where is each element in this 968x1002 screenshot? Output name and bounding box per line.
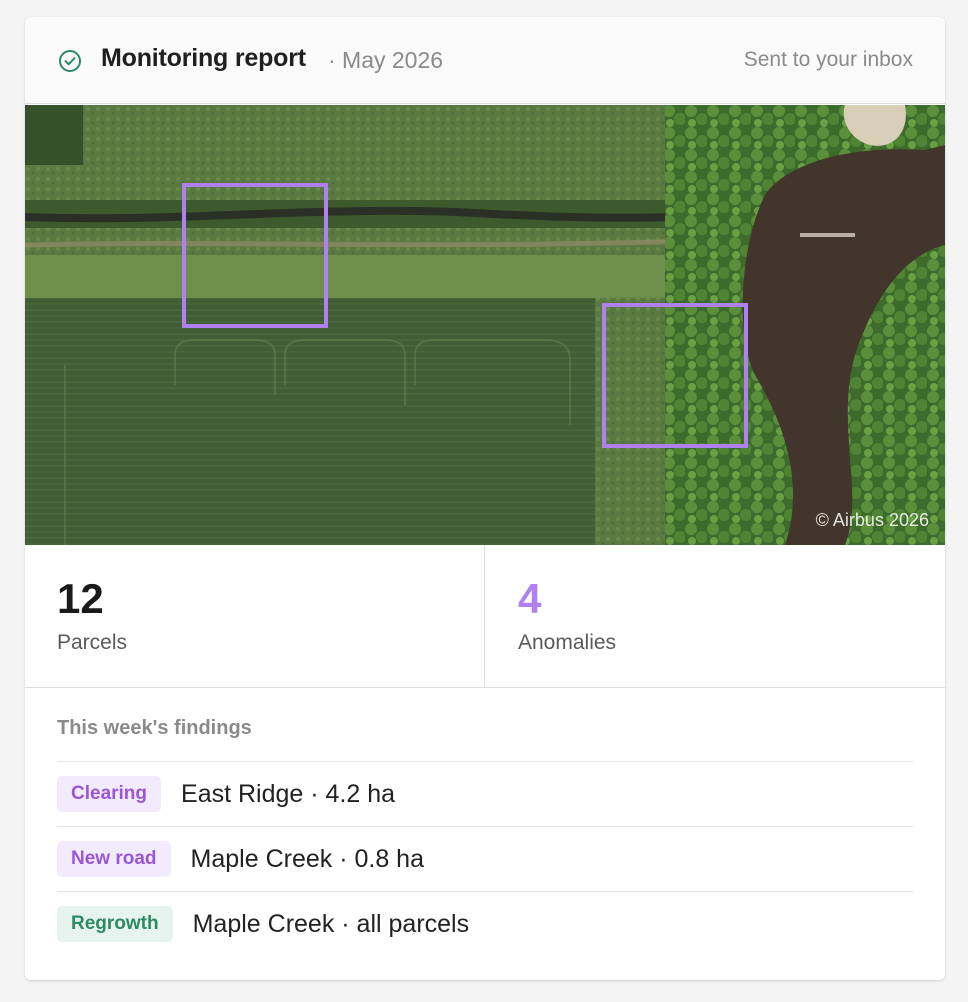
finding-text: Maple Creek · all parcels <box>192 909 470 938</box>
check-circle-icon <box>59 50 81 72</box>
finding-row[interactable]: Clearing East Ridge · 4.2 ha <box>57 761 913 826</box>
report-title: Monitoring report <box>101 44 306 72</box>
parcels-stat: 12 Parcels <box>25 545 485 688</box>
delivery-status: Sent to your inbox <box>743 48 913 71</box>
finding-row[interactable]: Regrowth Maple Creek · all parcels <box>57 891 913 956</box>
finding-row[interactable]: New road Maple Creek · 0.8 ha <box>57 826 913 891</box>
finding-text: East Ridge · 4.2 ha <box>181 779 396 808</box>
parcels-label: Parcels <box>57 631 128 654</box>
report-header: Monitoring report · May 2026 Sent to you… <box>25 17 945 104</box>
parcels-count: 12 <box>57 575 104 622</box>
findings-heading: This week's findings <box>57 717 252 739</box>
finding-tag: Clearing <box>57 776 162 812</box>
anomalies-stat: 4 Anomalies <box>486 545 945 688</box>
report-date: · May 2026 <box>328 47 444 73</box>
finding-tag: New road <box>57 841 171 877</box>
anomalies-label: Anomalies <box>518 631 617 654</box>
report-card: Monitoring report · May 2026 Sent to you… <box>25 17 945 980</box>
anomalies-count: 4 <box>518 575 542 622</box>
findings-section: This week's findings Clearing East Ridge… <box>57 717 913 956</box>
satellite-image-graphic <box>25 105 945 545</box>
finding-text: Maple Creek · 0.8 ha <box>190 844 424 873</box>
satellite-image: © Airbus 2026 <box>25 105 945 545</box>
image-credit: © Airbus 2026 <box>815 510 929 530</box>
finding-tag: Regrowth <box>57 906 173 942</box>
stats-panel: 12 Parcels 4 Anomalies <box>25 545 945 688</box>
